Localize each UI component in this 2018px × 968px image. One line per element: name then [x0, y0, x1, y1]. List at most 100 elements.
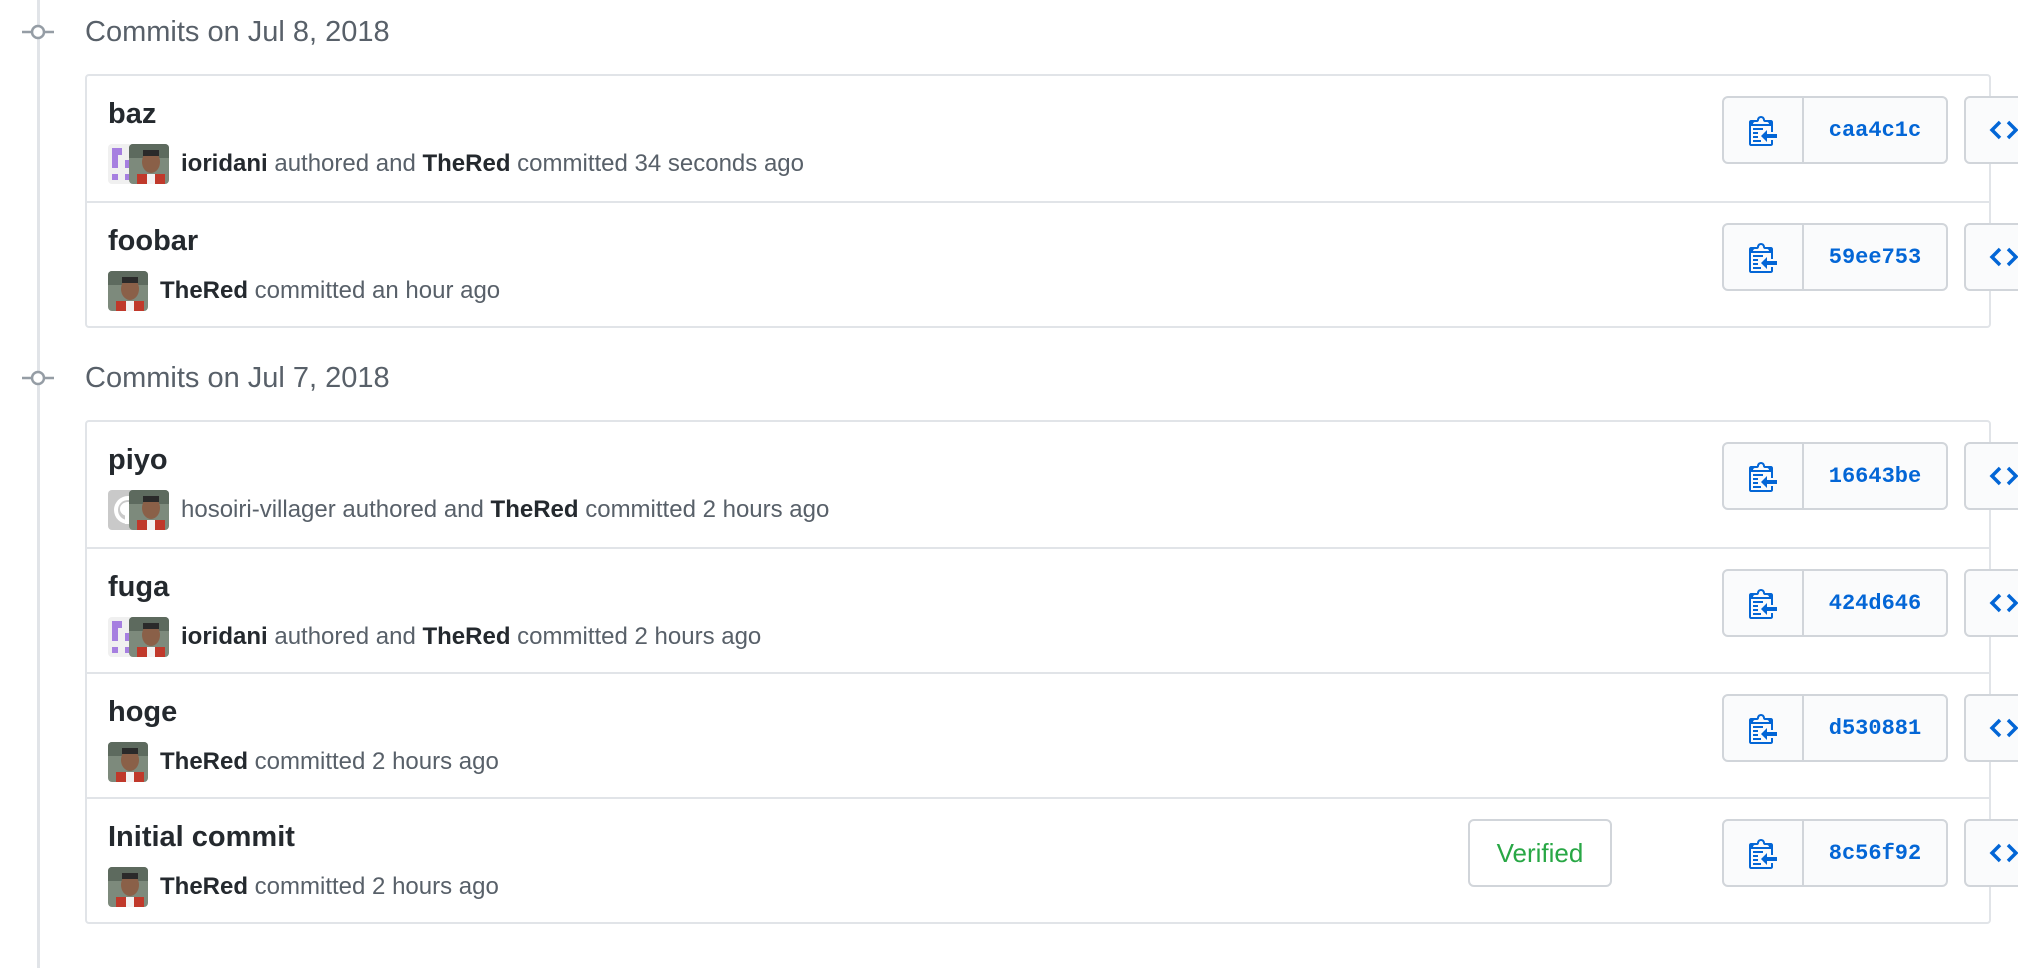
commit-row: hoge TheRed committed 2 hours ago d53088… — [87, 672, 2018, 797]
code-icon — [1989, 593, 2018, 613]
clippy-icon — [1749, 116, 1777, 146]
thered-avatar[interactable] — [108, 742, 148, 782]
verified-badge[interactable]: Verified — [1468, 819, 1612, 887]
commit-node-icon — [22, 370, 54, 386]
committer-link[interactable]: TheRed — [422, 623, 510, 650]
browse-repo-button[interactable] — [1964, 694, 2018, 762]
commit-meta-text: TheRed committed 2 hours ago — [160, 748, 499, 776]
authored-text: authored and — [267, 150, 423, 177]
committer-link[interactable]: TheRed — [491, 496, 579, 523]
committer-link[interactable]: TheRed — [160, 873, 248, 900]
clippy-icon — [1749, 839, 1777, 869]
commit-meta: TheRed committed 2 hours ago — [108, 742, 499, 782]
code-icon — [1989, 247, 2018, 267]
clippy-icon — [1749, 589, 1777, 619]
clippy-icon — [1749, 243, 1777, 273]
browse-repo-button[interactable] — [1964, 442, 2018, 510]
code-icon — [1989, 718, 2018, 738]
browse-repo-button[interactable] — [1964, 223, 2018, 291]
committed-text: committed 34 seconds ago — [510, 150, 804, 177]
commit-group-header: Commits on Jul 7, 2018 — [0, 346, 2018, 410]
committer-link[interactable]: TheRed — [422, 150, 510, 177]
commit-meta-text: hosoiri-villager authored and TheRed com… — [181, 496, 829, 524]
committed-text: committed 2 hours ago — [510, 623, 762, 650]
copy-sha-button[interactable] — [1724, 225, 1804, 289]
copy-sha-button[interactable] — [1724, 696, 1804, 760]
thered-avatar[interactable] — [129, 490, 169, 530]
copy-sha-button[interactable] — [1724, 821, 1804, 885]
commit-meta: TheRed committed an hour ago — [108, 271, 500, 311]
commit-meta: hosoiri-villager authored and TheRed com… — [108, 490, 829, 530]
commit-list: piyo hosoiri-villager authored and TheRe… — [85, 420, 2018, 924]
commit-sha-link[interactable]: 59ee753 — [1804, 225, 1946, 289]
clippy-icon — [1749, 714, 1777, 744]
avatar-stack — [108, 617, 169, 657]
committer-link[interactable]: TheRed — [160, 277, 248, 304]
code-icon — [1989, 843, 2018, 863]
timeline-line — [37, 0, 40, 968]
browse-repo-button[interactable] — [1964, 819, 2018, 887]
commit-row: piyo hosoiri-villager authored and TheRe… — [87, 422, 2018, 547]
committer-link[interactable]: TheRed — [160, 748, 248, 775]
commit-sha-link[interactable]: 424d646 — [1804, 571, 1946, 635]
sha-button-group: 16643be — [1722, 442, 1948, 510]
copy-sha-button[interactable] — [1724, 571, 1804, 635]
committed-text: committed an hour ago — [248, 277, 501, 304]
commit-group-title: Commits on Jul 7, 2018 — [85, 362, 390, 394]
commit-row: foobar TheRed committed an hour ago 59ee… — [87, 201, 2018, 326]
clippy-icon — [1749, 462, 1777, 492]
commit-meta: ioridani authored and TheRed committed 2… — [108, 617, 761, 657]
browse-repo-button[interactable] — [1964, 569, 2018, 637]
sha-button-group: 8c56f92 — [1722, 819, 1948, 887]
commit-title-link[interactable]: fuga — [108, 569, 169, 605]
thered-avatar[interactable] — [108, 867, 148, 907]
thered-avatar[interactable] — [129, 144, 169, 184]
commit-row: Initial commit TheRed committed 2 hours … — [87, 797, 2018, 922]
commit-title-link[interactable]: hoge — [108, 694, 177, 730]
author-link[interactable]: ioridani — [181, 150, 268, 177]
avatar-stack — [108, 490, 169, 530]
commit-sha-link[interactable]: 8c56f92 — [1804, 821, 1946, 885]
commit-sha-link[interactable]: d530881 — [1804, 696, 1946, 760]
commit-row: baz ioridani authored and TheRed committ… — [87, 76, 2018, 201]
authored-text: authored and — [267, 623, 423, 650]
commit-row: fuga ioridani authored and TheRed commit… — [87, 547, 2018, 672]
sha-button-group: 424d646 — [1722, 569, 1948, 637]
committed-text: committed 2 hours ago — [248, 748, 499, 775]
commit-title-link[interactable]: baz — [108, 96, 156, 132]
code-icon — [1989, 120, 2018, 140]
author-link[interactable]: hosoiri-villager — [181, 496, 336, 523]
commit-meta-text: ioridani authored and TheRed committed 2… — [181, 623, 761, 651]
copy-sha-button[interactable] — [1724, 98, 1804, 162]
avatar-stack — [108, 867, 148, 907]
commit-meta: ioridani authored and TheRed committed 3… — [108, 144, 804, 184]
committed-text: committed 2 hours ago — [248, 873, 499, 900]
commit-group-header: Commits on Jul 8, 2018 — [0, 0, 2018, 64]
commit-meta-text: TheRed committed 2 hours ago — [160, 873, 499, 901]
commit-meta: TheRed committed 2 hours ago — [108, 867, 499, 907]
avatar-stack — [108, 271, 148, 311]
commit-title-link[interactable]: piyo — [108, 442, 168, 478]
browse-repo-button[interactable] — [1964, 96, 2018, 164]
author-link[interactable]: ioridani — [181, 623, 268, 650]
commit-node-icon — [22, 24, 54, 40]
thered-avatar[interactable] — [108, 271, 148, 311]
sha-button-group: 59ee753 — [1722, 223, 1948, 291]
commit-group-title: Commits on Jul 8, 2018 — [85, 16, 390, 48]
sha-button-group: caa4c1c — [1722, 96, 1948, 164]
commit-sha-link[interactable]: caa4c1c — [1804, 98, 1946, 162]
copy-sha-button[interactable] — [1724, 444, 1804, 508]
code-icon — [1989, 466, 2018, 486]
avatar-stack — [108, 144, 169, 184]
commit-title-link[interactable]: Initial commit — [108, 819, 295, 855]
committed-text: committed 2 hours ago — [578, 496, 830, 523]
commit-list: baz ioridani authored and TheRed committ… — [85, 74, 2018, 328]
commit-meta-text: TheRed committed an hour ago — [160, 277, 500, 305]
commit-sha-link[interactable]: 16643be — [1804, 444, 1946, 508]
sha-button-group: d530881 — [1722, 694, 1948, 762]
thered-avatar[interactable] — [129, 617, 169, 657]
commit-meta-text: ioridani authored and TheRed committed 3… — [181, 150, 804, 178]
avatar-stack — [108, 742, 148, 782]
commit-title-link[interactable]: foobar — [108, 223, 198, 259]
authored-text: authored and — [335, 496, 491, 523]
